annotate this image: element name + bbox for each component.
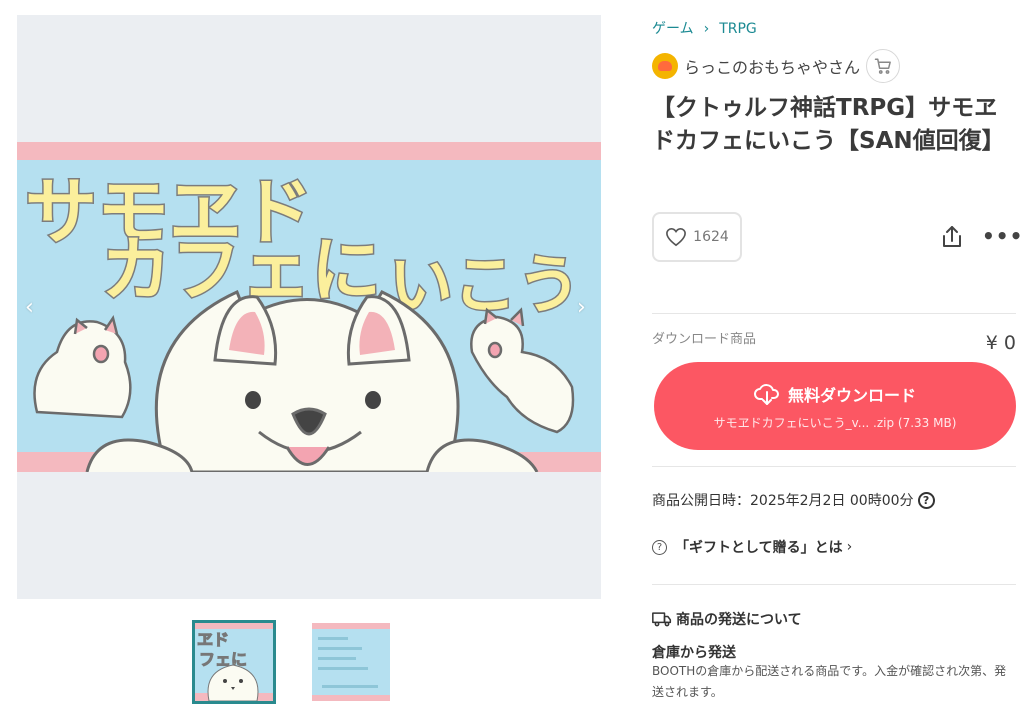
- shop-avatar[interactable]: [652, 53, 678, 79]
- gift-info-text: 「ギフトとして贈る」とは: [675, 540, 843, 556]
- thumbnail-1[interactable]: ヱド フェに: [192, 620, 276, 704]
- download-file-name: サモヱドカフェにいこう_v... .zip (7.33 MB): [713, 416, 957, 430]
- more-options-icon[interactable]: •••: [982, 226, 1023, 246]
- divider: [652, 466, 1016, 467]
- product-image-gallery: サモヱド カフェに いこう ‹ ›: [17, 15, 601, 599]
- shop-cart-button[interactable]: [866, 49, 901, 83]
- publish-date-text: 商品公開日時：2025年2月2日 00時00分: [652, 493, 914, 509]
- like-button[interactable]: 1624: [652, 212, 742, 262]
- shop-name[interactable]: らっこのおもちゃやさん: [684, 54, 860, 78]
- shipping-description: BOOTHの倉庫から配送される商品です。入金が確認され次第、発送されます。: [652, 664, 1007, 699]
- gallery-next-arrow-icon[interactable]: ›: [577, 297, 586, 319]
- free-download-button[interactable]: 無料ダウンロード サモヱドカフェにいこう_v... .zip (7.33 MB): [654, 362, 1016, 450]
- divider: [652, 584, 1016, 585]
- product-title: 【クトゥルフ神話TRPG】サモヱドカフェにいこう【SAN値回復】: [652, 95, 1005, 154]
- chevron-right-icon: ›: [846, 539, 853, 555]
- shipping-method: 倉庫から発送: [652, 645, 736, 661]
- gallery-prev-arrow-icon[interactable]: ‹: [25, 297, 34, 319]
- download-product-label: ダウンロード商品: [652, 332, 757, 347]
- shipping-heading: 商品の発送について: [652, 609, 802, 629]
- gift-info-link[interactable]: ? 「ギフトとして贈る」とは ›: [652, 537, 852, 557]
- share-button[interactable]: [940, 224, 964, 250]
- breadcrumb-item-trpg[interactable]: TRPG: [719, 21, 757, 37]
- price: ¥ 0: [985, 332, 1016, 354]
- svg-text:ヱド: ヱド: [197, 630, 229, 649]
- cart-icon: [874, 58, 891, 74]
- breadcrumb: ゲーム › TRPG: [652, 18, 757, 38]
- download-button-label: 無料ダウンロード: [787, 386, 916, 405]
- thumbnail-2[interactable]: [312, 623, 390, 701]
- banner-title-line3: いこう: [389, 249, 581, 323]
- truck-icon: [652, 612, 672, 627]
- breadcrumb-separator-icon: ›: [703, 21, 710, 37]
- publish-date: 商品公開日時：2025年2月2日 00時00分 ?: [652, 490, 935, 510]
- heart-icon: [666, 227, 687, 247]
- product-main-image[interactable]: サモヱド カフェに いこう: [17, 142, 601, 472]
- divider: [652, 313, 1016, 314]
- like-count: 1624: [693, 229, 729, 245]
- svg-text:フェに: フェに: [199, 650, 247, 669]
- question-icon: ?: [652, 539, 667, 555]
- shop-info: らっこのおもちゃやさん: [652, 49, 901, 83]
- share-icon: [943, 226, 961, 247]
- cloud-download-icon: [754, 384, 779, 405]
- shipping-heading-text: 商品の発送について: [676, 612, 802, 628]
- help-icon[interactable]: ?: [917, 491, 935, 509]
- breadcrumb-item-game[interactable]: ゲーム: [652, 21, 694, 37]
